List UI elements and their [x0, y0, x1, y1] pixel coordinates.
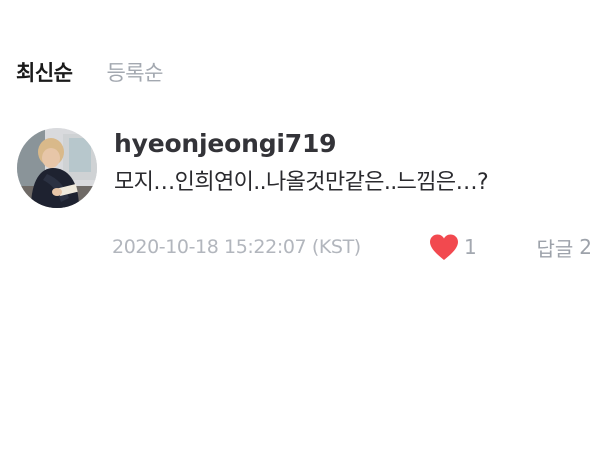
sort-tab-registered[interactable]: 등록순 [106, 58, 163, 88]
reply-button[interactable]: 답글 2 [536, 230, 592, 264]
like-count: 1 [464, 235, 477, 259]
comment-timestamp: 2020-10-18 15:22:07 (KST) [112, 236, 361, 258]
avatar[interactable] [17, 128, 97, 208]
comment-username[interactable]: hyeonjeongi719 [114, 126, 594, 162]
comment-body: hyeonjeongi719 모지…인희연이..나올것만같은..느낌은…? [114, 126, 594, 198]
comments-panel: 최신순 등록순 hyeonjeongi719 모지…인희연이..나올것만같은..… [0, 0, 612, 461]
comment-text: 모지…인희연이..나올것만같은..느낌은…? [114, 170, 489, 195]
comment-meta: 2020-10-18 15:22:07 (KST) 1 답글 2 [112, 230, 592, 264]
like-button[interactable]: 1 [428, 230, 477, 264]
sort-tabs: 최신순 등록순 [16, 58, 163, 88]
sort-tab-latest[interactable]: 최신순 [16, 58, 73, 88]
reply-label: 답글 [536, 236, 574, 261]
user-photo-icon [17, 128, 97, 208]
heart-icon [430, 234, 458, 260]
reply-count: 2 [579, 235, 592, 259]
